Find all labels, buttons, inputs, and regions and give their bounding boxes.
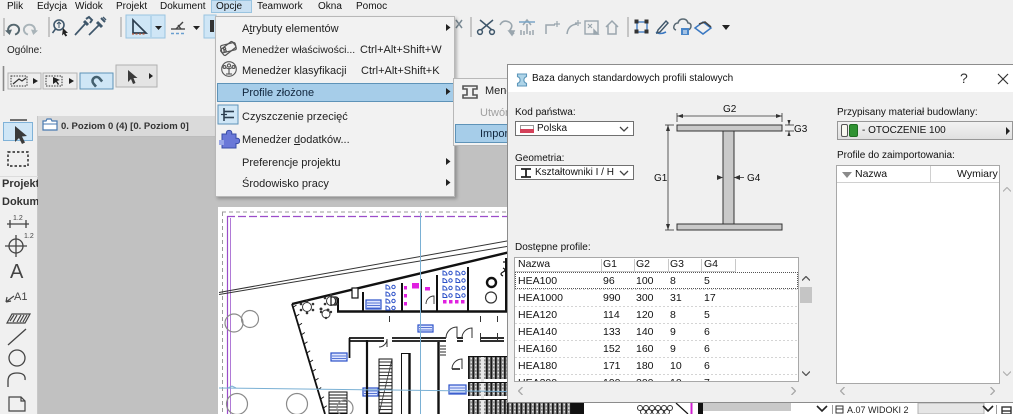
svg-text:G2: G2: [723, 104, 737, 115]
svg-text:A: A: [10, 261, 24, 283]
svg-text:G1: G1: [654, 173, 668, 184]
svg-text:A1: A1: [14, 291, 27, 303]
svg-text:1.2: 1.2: [13, 215, 23, 222]
svg-text:G3: G3: [794, 124, 808, 135]
svg-text:1.2: 1.2: [24, 233, 34, 240]
svg-text:Dokum: Dokum: [2, 196, 38, 208]
svg-text:G4: G4: [747, 173, 761, 184]
svg-text:Projekt: Projekt: [2, 178, 38, 190]
